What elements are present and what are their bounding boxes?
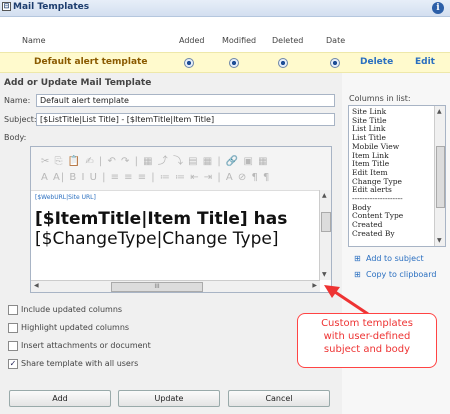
columns-listbox[interactable]: Site Link Site Title List Link List Title Mo… (348, 105, 446, 247)
callout-box: Custom templates with user-defined subje… (297, 313, 437, 368)
toolbar-row-2[interactable]: A A| B I U | ≡ ≡ ≡ | ≔ ≔ ⇤ ⇥ | A ⊘ ¶ ¶ (41, 172, 270, 183)
copy-to-clipboard-link[interactable]: Copy to clipboard (366, 270, 436, 279)
share-template-checkbox[interactable]: ✓ (8, 359, 18, 369)
columns-list: Site Link Site Title List Link List Title Mo… (352, 107, 432, 239)
callout-line-3: subject and body (323, 344, 411, 355)
include-updated-checkbox[interactable] (8, 305, 18, 315)
panel-title: Mail Templates (13, 2, 90, 12)
copy-icon: ⊞ (354, 270, 361, 279)
subject-field[interactable]: [$ListTitle|List Title] - [$ItemTitle|It… (36, 113, 335, 126)
column-list-item[interactable]: Created By (352, 229, 432, 239)
share-template-label: Share template with all users (21, 359, 139, 368)
columns-scrollbar[interactable]: ▲ ▼ (434, 106, 445, 246)
list-scroll-thumb[interactable] (436, 146, 445, 208)
scroll-thumb[interactable] (321, 212, 331, 232)
highlight-updated-checkbox[interactable] (8, 323, 18, 333)
deleted-radio[interactable] (278, 58, 288, 68)
col-header-modified: Modified (222, 36, 257, 45)
include-updated-label: Include updated columns (21, 305, 123, 314)
add-to-subject-link[interactable]: Add to subject (366, 254, 424, 263)
name-field[interactable]: Default alert template (36, 94, 335, 107)
modified-radio[interactable] (229, 58, 239, 68)
form-heading: Add or Update Mail Template (4, 78, 152, 88)
panel-header: ⊟ Mail Templates (0, 0, 450, 17)
add-button[interactable]: Add (9, 390, 111, 407)
delete-link[interactable]: Delete (360, 57, 393, 67)
cancel-button[interactable]: Cancel (228, 390, 330, 407)
panel-title-wrap[interactable]: ⊟ Mail Templates (2, 2, 89, 12)
editor-horizontal-scrollbar[interactable]: ◀ III ▶ (31, 280, 320, 292)
body-label: Body: (4, 133, 27, 142)
template-row[interactable]: Default alert template Delete Edit (0, 52, 450, 73)
body-line-2: [$ChangeType|Change Type] (35, 229, 279, 249)
col-header-deleted: Deleted (272, 36, 304, 45)
insert-attachments-label: Insert attachments or document (21, 341, 151, 350)
edit-link[interactable]: Edit (415, 57, 435, 67)
name-label: Name: (4, 96, 31, 105)
collapse-icon[interactable]: ⊟ (2, 2, 11, 11)
scroll-down-icon[interactable]: ▼ (322, 271, 327, 278)
subject-label: Subject: (4, 115, 37, 124)
date-radio[interactable] (330, 58, 340, 68)
columns-title: Columns in list: (349, 94, 411, 103)
col-header-added: Added (179, 36, 205, 45)
body-editor[interactable]: ✂ ⎘ 📋 ✍ | ↶ ↷ | ▦ ⤴ ⤵ ▤ ▦ | 🔗 ▣ ▦ A A| B… (30, 146, 332, 293)
editor-vertical-scrollbar[interactable]: ▲ ▼ (319, 190, 331, 280)
highlight-updated-label: Highlight updated columns (21, 323, 130, 332)
callout-line-1: Custom templates (321, 318, 413, 329)
callout-line-2: with user-defined (323, 331, 411, 342)
template-name: Default alert template (34, 57, 148, 67)
added-radio[interactable] (184, 58, 194, 68)
insert-attachments-checkbox[interactable] (8, 341, 18, 351)
body-line-1: [$ItemTitle|Item Title] has (35, 209, 288, 229)
scroll-up-icon[interactable]: ▲ (322, 192, 327, 199)
site-url-link[interactable]: [$WebURL|Site URL] (35, 194, 317, 201)
col-header-date: Date (326, 36, 346, 45)
col-header-name: Name (22, 36, 46, 45)
update-button[interactable]: Update (118, 390, 220, 407)
editor-content[interactable]: [$WebURL|Site URL] [$ItemTitle|Item Titl… (35, 192, 317, 280)
hscroll-thumb[interactable]: III (111, 282, 203, 292)
toolbar-row-1[interactable]: ✂ ⎘ 📋 ✍ | ↶ ↷ | ▦ ⤴ ⤵ ▤ ▦ | 🔗 ▣ ▦ (41, 152, 269, 167)
scroll-left-icon[interactable]: ◀ (34, 282, 39, 289)
add-to-subject-icon: ⊞ (354, 254, 361, 263)
editor-toolbar: ✂ ⎘ 📋 ✍ | ↶ ↷ | ▦ ⤴ ⤵ ▤ ▦ | 🔗 ▣ ▦ A A| B… (31, 147, 331, 191)
list-scroll-down-icon[interactable]: ▼ (437, 237, 442, 244)
list-scroll-up-icon[interactable]: ▲ (437, 108, 442, 115)
info-icon[interactable]: i (432, 2, 444, 14)
scroll-right-icon[interactable]: ▶ (312, 282, 317, 289)
